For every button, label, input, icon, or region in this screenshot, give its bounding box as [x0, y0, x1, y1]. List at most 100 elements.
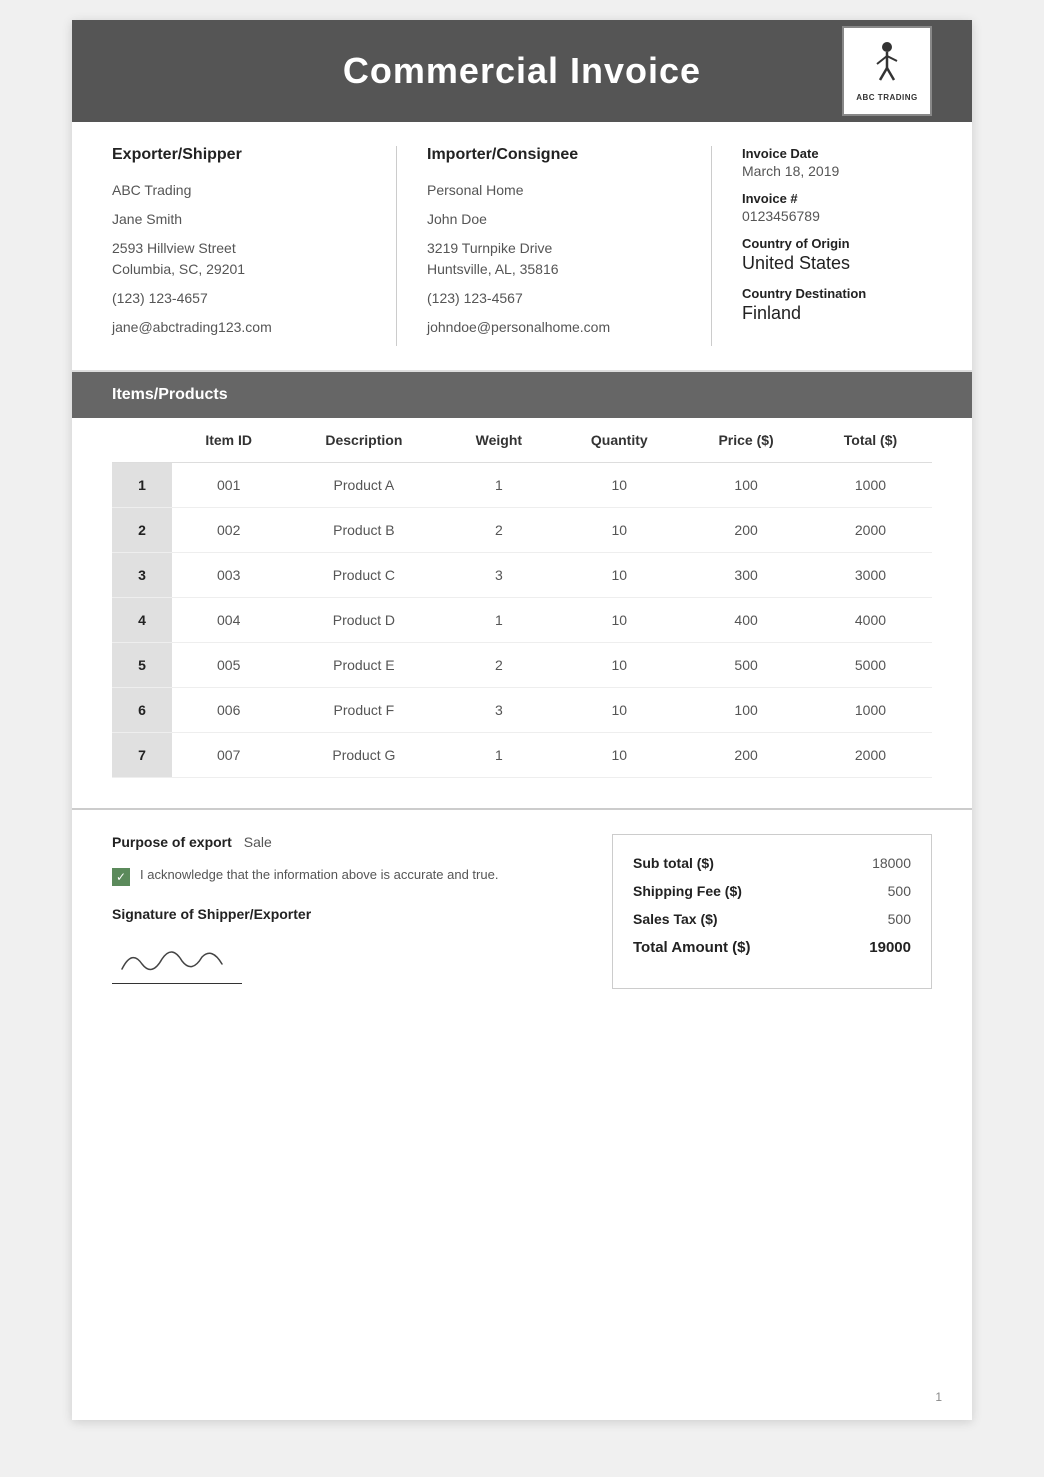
- cell-item-id: 005: [172, 643, 285, 688]
- cell-total: 2000: [809, 733, 932, 778]
- table-row: 3 003 Product C 3 10 300 3000: [112, 553, 932, 598]
- cell-price: 200: [683, 733, 809, 778]
- cell-price: 200: [683, 508, 809, 553]
- cell-item-id: 007: [172, 733, 285, 778]
- totals-box: Sub total ($) 18000 Shipping Fee ($) 500…: [612, 834, 932, 989]
- invoice-number-value: 0123456789: [742, 208, 932, 224]
- cell-description: Product G: [285, 733, 442, 778]
- purpose-label: Purpose of export: [112, 834, 232, 850]
- signature-area: [112, 934, 242, 984]
- cell-description: Product A: [285, 463, 442, 508]
- table-header-row: Item ID Description Weight Quantity Pric…: [112, 418, 932, 463]
- checkmark-icon: ✓: [116, 870, 126, 884]
- row-number: 1: [112, 463, 172, 508]
- exporter-address: 2593 Hillview Street Columbia, SC, 29201: [112, 238, 366, 280]
- importer-address: 3219 Turnpike Drive Huntsville, AL, 3581…: [427, 238, 681, 280]
- logo-figure: [867, 40, 907, 89]
- exporter-label: Exporter/Shipper: [112, 146, 366, 164]
- cell-quantity: 10: [555, 553, 683, 598]
- country-origin-value: United States: [742, 253, 932, 274]
- cell-price: 500: [683, 643, 809, 688]
- total-label: Total Amount ($): [633, 939, 750, 956]
- table-row: 6 006 Product F 3 10 100 1000: [112, 688, 932, 733]
- cell-weight: 1: [442, 463, 555, 508]
- total-row: Total Amount ($) 19000: [633, 939, 911, 956]
- table-row: 1 001 Product A 1 10 100 1000: [112, 463, 932, 508]
- col-header-weight: Weight: [442, 418, 555, 463]
- cell-weight: 1: [442, 598, 555, 643]
- cell-weight: 3: [442, 688, 555, 733]
- cell-quantity: 10: [555, 463, 683, 508]
- shipping-value: 500: [888, 883, 911, 899]
- exporter-section: Exporter/Shipper ABC Trading Jane Smith …: [112, 146, 397, 346]
- footer-section: Purpose of export Sale ✓ I acknowledge t…: [72, 808, 972, 1013]
- exporter-name: Jane Smith: [112, 209, 366, 230]
- cell-description: Product D: [285, 598, 442, 643]
- cell-description: Product F: [285, 688, 442, 733]
- importer-address-line1: 3219 Turnpike Drive: [427, 240, 552, 256]
- cell-description: Product E: [285, 643, 442, 688]
- acknowledge-checkbox[interactable]: ✓: [112, 868, 130, 886]
- cell-price: 100: [683, 688, 809, 733]
- logo-icon: [867, 40, 907, 84]
- items-table: Item ID Description Weight Quantity Pric…: [112, 418, 932, 778]
- col-header-total: Total ($): [809, 418, 932, 463]
- company-logo: ABC TRADING: [842, 26, 932, 116]
- invoice-page: Commercial Invoice ABC TRADING Exporter/…: [72, 20, 972, 1420]
- exporter-company: ABC Trading: [112, 180, 366, 201]
- cell-total: 4000: [809, 598, 932, 643]
- table-row: 4 004 Product D 1 10 400 4000: [112, 598, 932, 643]
- invoice-number-label: Invoice #: [742, 191, 932, 206]
- importer-section: Importer/Consignee Personal Home John Do…: [397, 146, 712, 346]
- table-row: 2 002 Product B 2 10 200 2000: [112, 508, 932, 553]
- shipping-row: Shipping Fee ($) 500: [633, 883, 911, 899]
- cell-quantity: 10: [555, 508, 683, 553]
- shipping-label: Shipping Fee ($): [633, 883, 742, 899]
- tax-label: Sales Tax ($): [633, 911, 718, 927]
- row-number: 5: [112, 643, 172, 688]
- row-number: 3: [112, 553, 172, 598]
- signature-label: Signature of Shipper/Exporter: [112, 906, 582, 922]
- tax-row: Sales Tax ($) 500: [633, 911, 911, 927]
- row-number: 2: [112, 508, 172, 553]
- exporter-email: jane@abctrading123.com: [112, 317, 366, 338]
- logo-text: ABC TRADING: [856, 93, 918, 102]
- cell-total: 1000: [809, 688, 932, 733]
- cell-weight: 2: [442, 508, 555, 553]
- cell-total: 2000: [809, 508, 932, 553]
- col-header-quantity: Quantity: [555, 418, 683, 463]
- country-destination-label: Country Destination: [742, 286, 932, 301]
- invoice-info-section: Invoice Date March 18, 2019 Invoice # 01…: [712, 146, 932, 346]
- exporter-phone: (123) 123-4657: [112, 288, 366, 309]
- row-number: 6: [112, 688, 172, 733]
- footer-left: Purpose of export Sale ✓ I acknowledge t…: [112, 834, 582, 989]
- cell-item-id: 002: [172, 508, 285, 553]
- page-number: 1: [935, 1390, 942, 1404]
- cell-quantity: 10: [555, 688, 683, 733]
- exporter-address-line1: 2593 Hillview Street: [112, 240, 236, 256]
- tax-value: 500: [888, 911, 911, 927]
- acknowledge-line: ✓ I acknowledge that the information abo…: [112, 866, 582, 886]
- invoice-date-label: Invoice Date: [742, 146, 932, 161]
- cell-price: 100: [683, 463, 809, 508]
- cell-item-id: 006: [172, 688, 285, 733]
- page-title: Commercial Invoice: [343, 50, 701, 92]
- cell-item-id: 004: [172, 598, 285, 643]
- exporter-address-line2: Columbia, SC, 29201: [112, 261, 245, 277]
- country-origin-label: Country of Origin: [742, 236, 932, 251]
- col-header-item-id: Item ID: [172, 418, 285, 463]
- importer-name: John Doe: [427, 209, 681, 230]
- cell-description: Product C: [285, 553, 442, 598]
- table-row: 7 007 Product G 1 10 200 2000: [112, 733, 932, 778]
- cell-total: 1000: [809, 463, 932, 508]
- cell-total: 3000: [809, 553, 932, 598]
- cell-price: 300: [683, 553, 809, 598]
- cell-price: 400: [683, 598, 809, 643]
- subtotal-row: Sub total ($) 18000: [633, 855, 911, 871]
- total-value: 19000: [869, 939, 911, 956]
- importer-phone: (123) 123-4567: [427, 288, 681, 309]
- items-table-wrapper: Item ID Description Weight Quantity Pric…: [72, 418, 972, 798]
- subtotal-value: 18000: [872, 855, 911, 871]
- header: Commercial Invoice ABC TRADING: [72, 20, 972, 122]
- signature-svg: [112, 939, 232, 979]
